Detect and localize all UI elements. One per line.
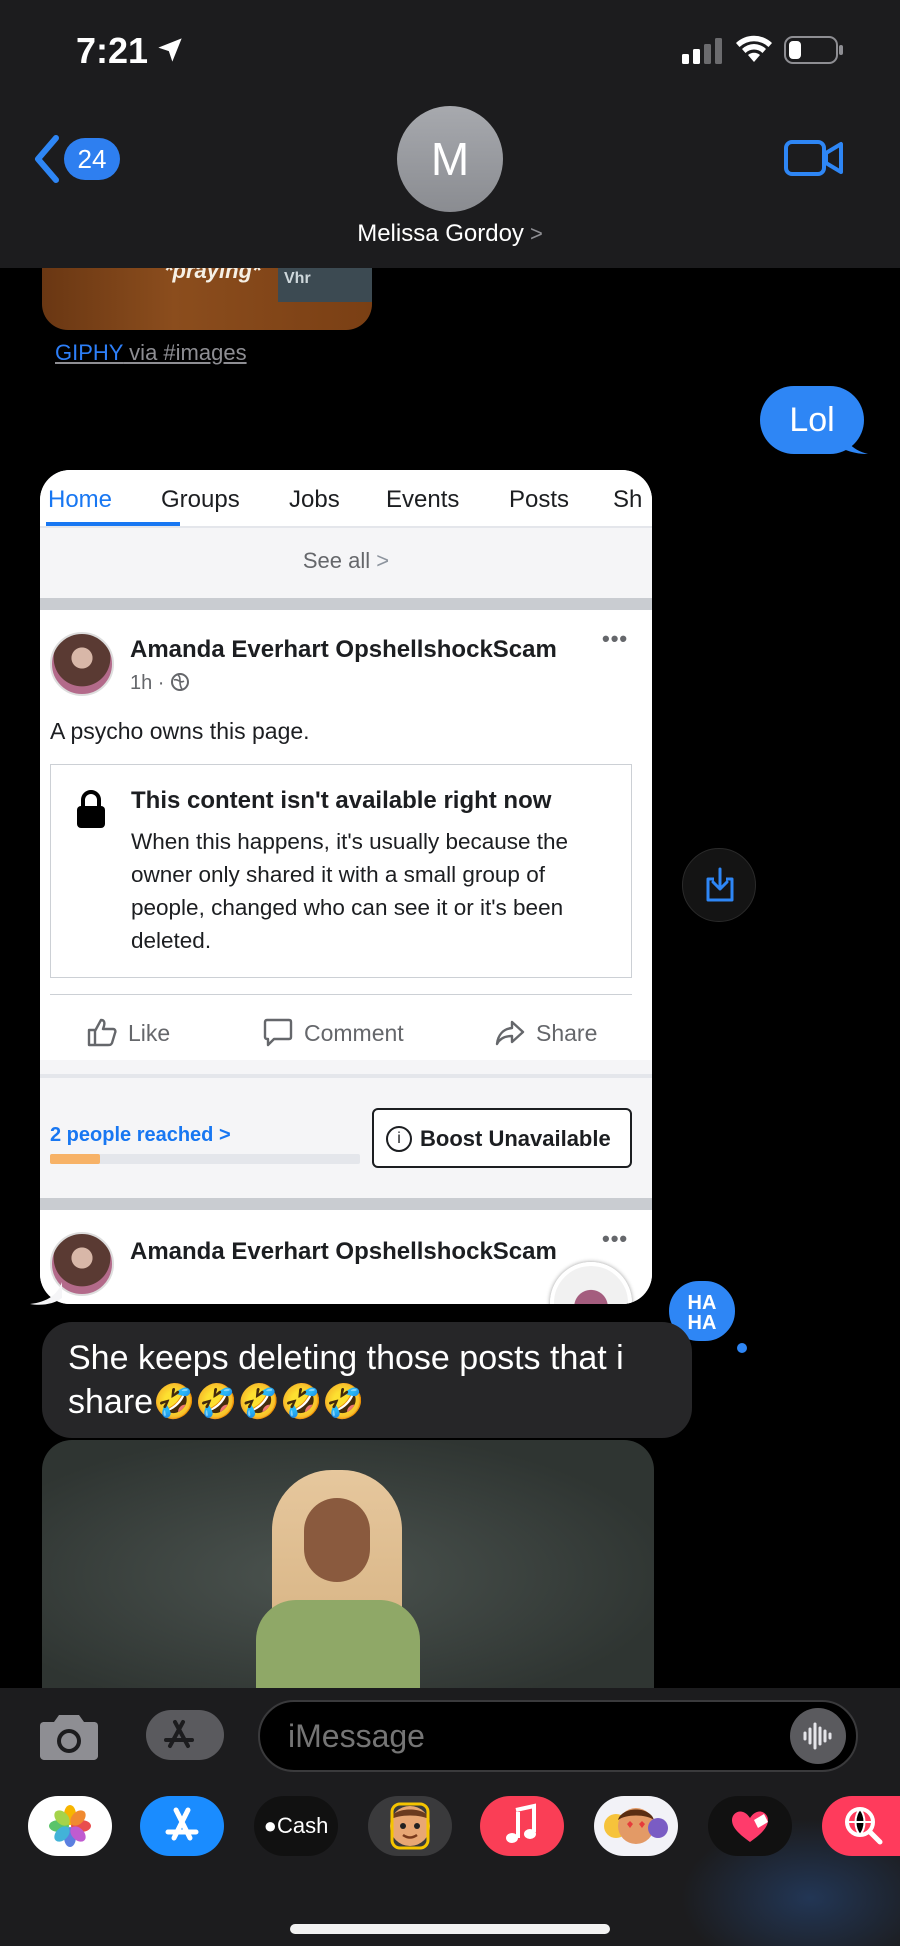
- save-image-button[interactable]: [682, 848, 756, 922]
- giphy-link-rest: via #images: [123, 340, 247, 365]
- fb-separator: [40, 1198, 652, 1210]
- wifi-icon: [736, 35, 772, 62]
- comment-icon: [263, 1018, 293, 1047]
- fb-tab-home: Home: [48, 486, 113, 513]
- web-search-glyph: [845, 1807, 883, 1845]
- contact-name-label: Melissa Gordoy: [357, 220, 524, 247]
- cellular-signal-icon: [682, 38, 722, 64]
- app-store-icon[interactable]: [140, 1796, 224, 1856]
- home-indicator[interactable]: [290, 1924, 610, 1934]
- fb-separator-thin: [40, 1074, 652, 1078]
- fb-people-reached: 2 people reached >: [50, 1124, 231, 1147]
- received-message-bubble[interactable]: She keeps deleting those posts that i sh…: [42, 1322, 692, 1438]
- photos-icon[interactable]: [28, 1796, 112, 1856]
- fb-comment-action: Comment: [262, 1014, 432, 1054]
- fb-reach-progress: [50, 1154, 360, 1164]
- fb-like-action: Like: [86, 1014, 196, 1054]
- app-store-glyph: [165, 1807, 199, 1841]
- camera-icon[interactable]: [36, 1712, 102, 1762]
- app-store-icon: [164, 1720, 194, 1748]
- music-note-glyph: [506, 1803, 536, 1843]
- thumbs-up-icon: [87, 1018, 117, 1047]
- memoji-face-glyph: [390, 1802, 430, 1850]
- fb-see-all-label: See all: [302, 548, 371, 573]
- facetime-video-icon[interactable]: [784, 138, 844, 178]
- fb-tab-jobs: Jobs: [289, 486, 340, 513]
- web-search-icon[interactable]: [822, 1796, 900, 1856]
- fb-post-author: Amanda Everhart OpshellshockScam: [130, 636, 557, 663]
- fb-tab-posts: Posts: [509, 486, 570, 513]
- status-time: 7:21: [76, 30, 149, 71]
- memoji-icon[interactable]: [368, 1796, 452, 1856]
- fb-active-tab-indicator: [46, 522, 180, 526]
- fb-divider: [50, 994, 632, 995]
- fb-post-time: 1h ·: [130, 672, 190, 695]
- fb-see-all: See all >: [40, 548, 652, 574]
- imessage-input[interactable]: [258, 1700, 858, 1772]
- fb-boost-button: i Boost Unavailable: [372, 1108, 632, 1168]
- fb-like-label: Like: [128, 1020, 171, 1046]
- fb-boost-label: Boost Unavailable: [420, 1126, 611, 1151]
- fb-separator: [40, 598, 652, 610]
- fb-unavailable-body: When this happens, it's usually because …: [131, 829, 569, 953]
- tapback-tail-dot: [734, 1340, 750, 1356]
- conversation-header: 7:21 24 M Melissa Gordoy >: [0, 0, 900, 268]
- gif-tag: Vhr: [278, 262, 372, 302]
- fb-share-action: Share: [494, 1014, 624, 1054]
- back-unread-badge[interactable]: 24: [64, 138, 120, 180]
- app-store-button[interactable]: [146, 1710, 224, 1760]
- audio-waveform-icon: [803, 1722, 832, 1750]
- fb-unavailable-card: This content isn't available right now W…: [50, 764, 632, 978]
- fb-tab-groups: Groups: [161, 486, 240, 513]
- fb-post-text: A psycho owns this page.: [50, 718, 310, 744]
- tapback-line-1: HA: [687, 1292, 717, 1314]
- fb-tab-events: Events: [386, 486, 460, 513]
- fb-post-time-label: 1h ·: [130, 672, 165, 694]
- fb-see-all-chevron-icon: >: [376, 548, 390, 573]
- gif-message-bottom[interactable]: [42, 1440, 654, 1710]
- apple-logo-icon: ●: [263, 1813, 277, 1838]
- fb-tab-more: Sh: [613, 486, 643, 513]
- location-arrow-icon: [158, 38, 182, 62]
- audio-message-button[interactable]: [790, 1708, 846, 1764]
- digital-touch-heart-glyph: [732, 1811, 768, 1842]
- photos-flower-glyph: [49, 1805, 91, 1847]
- battery-icon: [784, 36, 843, 64]
- apple-cash-text: Cash: [276, 1813, 329, 1838]
- contact-avatar[interactable]: M: [397, 106, 503, 212]
- contact-name[interactable]: Melissa Gordoy >: [0, 220, 900, 248]
- back-chevron-icon[interactable]: [30, 134, 64, 184]
- lock-icon: [77, 790, 105, 828]
- info-icon: i: [386, 1126, 412, 1152]
- save-download-icon: [706, 867, 734, 902]
- music-icon[interactable]: [480, 1796, 564, 1856]
- compose-bar: [0, 1688, 900, 1778]
- digital-touch-icon[interactable]: [708, 1796, 792, 1856]
- apple-cash-label: ●Cash: [254, 1796, 338, 1856]
- fb-unavailable-title: This content isn't available right now: [131, 787, 552, 814]
- fb-next-post-author: Amanda Everhart OpshellshockScam: [130, 1238, 557, 1265]
- apple-cash-icon[interactable]: ●Cash: [254, 1796, 338, 1856]
- animoji-icon[interactable]: [594, 1796, 678, 1856]
- globe-icon: [171, 673, 190, 691]
- app-drawer: ●Cash: [0, 1778, 900, 1946]
- fb-tab-bar: Home Groups Jobs Events Posts Sh: [40, 470, 652, 528]
- fb-comment-label: Comment: [304, 1020, 404, 1046]
- fb-post-more-icon: •••: [602, 626, 629, 651]
- fb-reach-progress-fill: [50, 1154, 100, 1164]
- gif-person-face: [304, 1498, 370, 1582]
- received-image-tail: [30, 1282, 62, 1305]
- fb-author-avatar: [50, 632, 114, 696]
- fb-people-reached-label: 2 people reached: [50, 1124, 214, 1146]
- sent-bubble-tail: [838, 420, 868, 454]
- fb-next-post-more-icon: •••: [602, 1226, 629, 1251]
- animoji-face-glyph: [604, 1808, 668, 1844]
- contact-chevron-icon: >: [529, 221, 543, 246]
- giphy-link[interactable]: GIPHY via #images: [55, 340, 247, 366]
- share-arrow-icon: [495, 1020, 525, 1046]
- fb-reached-chevron-icon: >: [218, 1124, 231, 1146]
- fb-share-label: Share: [536, 1020, 598, 1046]
- giphy-brand: GIPHY: [55, 340, 124, 365]
- screenshot-image-message[interactable]: Home Groups Jobs Events Posts Sh See all…: [40, 470, 652, 1304]
